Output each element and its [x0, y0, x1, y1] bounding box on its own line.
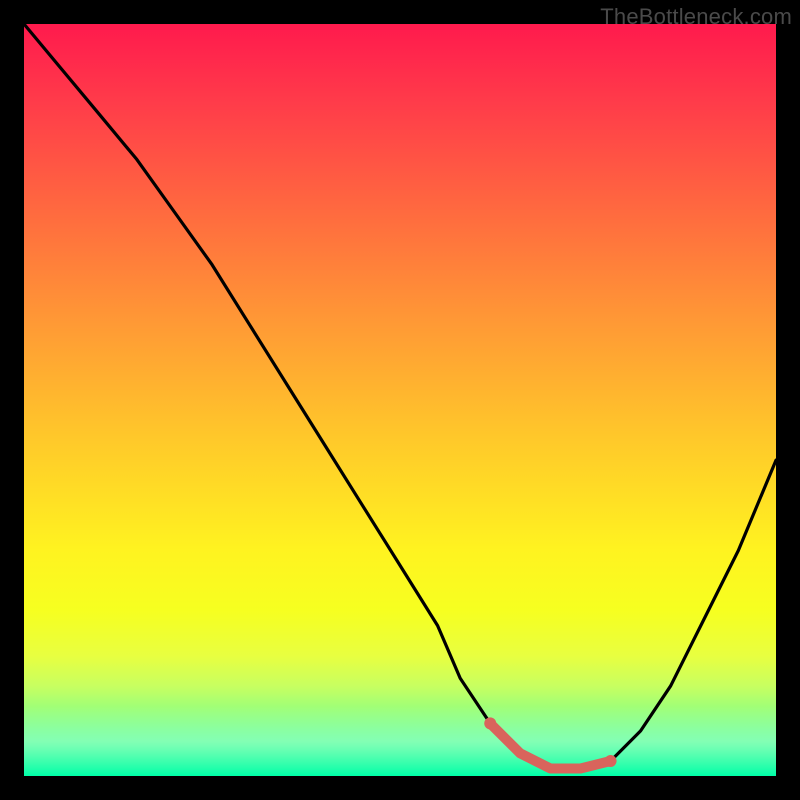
watermark-text: TheBottleneck.com — [600, 4, 792, 30]
bottleneck-curve-path — [24, 24, 776, 769]
sweet-spot-highlight — [490, 723, 610, 768]
sweet-spot-end-left — [484, 717, 496, 729]
chart-svg — [24, 24, 776, 776]
sweet-spot-end-right — [605, 755, 617, 767]
chart-frame — [24, 24, 776, 776]
